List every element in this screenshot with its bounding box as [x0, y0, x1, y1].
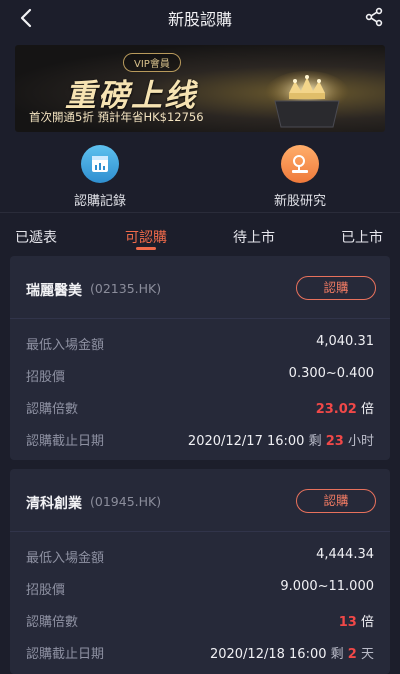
research-icon — [281, 145, 319, 183]
subscription-records-label: 認購記錄 — [73, 194, 126, 209]
deadline-date: 2020/12/18 16:00 — [209, 647, 327, 662]
row-value: 23.02 倍 — [316, 398, 374, 417]
row-label: 認購截止日期 — [26, 434, 105, 449]
row-label: 招股價 — [26, 370, 66, 385]
offer-price-row: 招股價 9.000~11.000 — [26, 579, 374, 599]
tab-filed[interactable]: 已遞表 — [15, 227, 57, 247]
row-label: 認購倍數 — [26, 402, 79, 417]
deadline-date: 2020/12/17 16:00 — [187, 434, 305, 449]
remaining-unit: 天 — [360, 647, 374, 662]
share-icon[interactable] — [364, 7, 384, 27]
row-label: 認購倍數 — [26, 615, 79, 630]
page-title: 新股認購 — [167, 10, 232, 29]
multiple-value: 23.02 — [315, 402, 357, 417]
multiple-unit: 倍 — [360, 402, 374, 417]
row-value: 2020/12/18 16:00 剩 2 天 — [210, 643, 374, 662]
multiple-value: 13 — [338, 615, 357, 630]
banner-subtext: 首次開通5折 預計年省HK$12756 — [29, 110, 204, 124]
active-tab-indicator — [136, 247, 156, 250]
subscription-records-link[interactable]: 認購記錄 — [40, 145, 160, 209]
subscribe-button[interactable]: 認購 — [296, 276, 376, 300]
stock-code: (01945.HK) — [90, 494, 162, 509]
row-label: 最低入場金額 — [26, 551, 105, 566]
tab-listed[interactable]: 已上市 — [341, 227, 383, 247]
row-value: 2020/12/17 16:00 剩 23 小时 — [188, 430, 374, 449]
remaining-prefix: 剩 — [330, 647, 344, 662]
ipo-card[interactable]: 瑞麗醫美 (02135.HK) 認購 最低入場金額 4,040.31 招股價 0… — [10, 256, 390, 460]
offer-price-row: 招股價 0.300~0.400 — [26, 366, 374, 386]
remaining-prefix: 剩 — [308, 434, 322, 449]
divider — [10, 318, 390, 319]
ipo-research-label: 新股研究 — [273, 194, 326, 209]
min-entry-row: 最低入場金額 4,040.31 — [26, 334, 374, 354]
row-label: 招股價 — [26, 583, 66, 598]
divider — [10, 531, 390, 532]
stock-code: (02135.HK) — [90, 281, 162, 296]
stock-name: 瑞麗醫美 — [26, 283, 82, 299]
oversubscription-row: 認購倍數 13 倍 — [26, 611, 374, 631]
row-value: 9.000~11.000 — [280, 579, 374, 594]
deadline-row: 認購截止日期 2020/12/18 16:00 剩 2 天 — [26, 643, 374, 663]
row-value: 4,040.31 — [316, 334, 374, 349]
row-value: 13 倍 — [339, 611, 374, 630]
top-bar: 新股認購 — [0, 0, 400, 36]
subscribe-button[interactable]: 認購 — [296, 489, 376, 513]
tab-subscribable[interactable]: 可認購 — [125, 227, 167, 247]
row-value: 4,444.34 — [316, 547, 374, 562]
deadline-row: 認購截止日期 2020/12/17 16:00 剩 23 小时 — [26, 430, 374, 450]
multiple-unit: 倍 — [360, 615, 374, 630]
oversubscription-row: 認購倍數 23.02 倍 — [26, 398, 374, 418]
gift-box-illustration — [265, 71, 349, 128]
remaining-unit: 小时 — [347, 434, 374, 449]
calendar-chart-icon — [81, 145, 119, 183]
row-label: 認購截止日期 — [26, 647, 105, 662]
remaining-number: 2 — [347, 647, 357, 662]
ipo-research-link[interactable]: 新股研究 — [240, 145, 360, 209]
ipo-card[interactable]: 清科創業 (01945.HK) 認購 最低入場金額 4,444.34 招股價 9… — [10, 469, 390, 674]
row-label: 最低入場金額 — [26, 338, 105, 353]
row-value: 0.300~0.400 — [288, 366, 374, 381]
tab-pending-listing[interactable]: 待上市 — [233, 227, 275, 247]
ipo-status-tabs: 已遞表 可認購 待上市 已上市 — [0, 212, 400, 251]
vip-promo-banner[interactable]: VIP會員 重磅上线 首次開通5折 預計年省HK$12756 — [15, 45, 385, 132]
remaining-number: 23 — [325, 434, 344, 449]
min-entry-row: 最低入場金額 4,444.34 — [26, 547, 374, 567]
stock-name: 清科創業 — [26, 496, 82, 512]
